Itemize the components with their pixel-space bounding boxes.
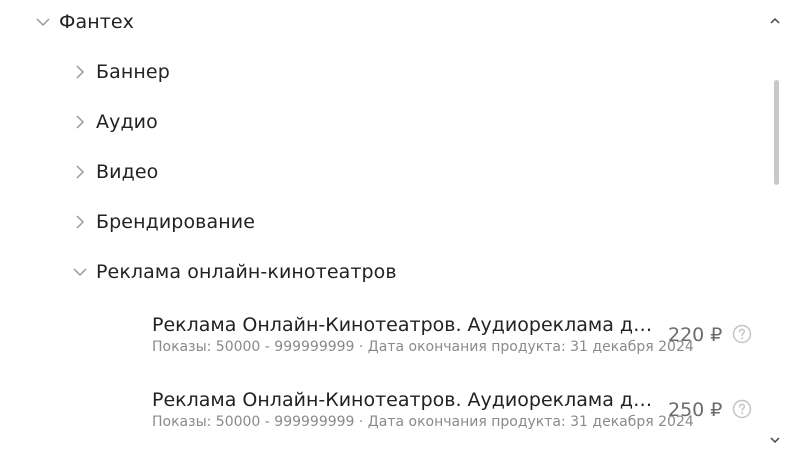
question-circle-icon[interactable] bbox=[732, 399, 752, 419]
chevron-down-icon[interactable] bbox=[767, 431, 783, 444]
tree-item-label: Аудио bbox=[96, 111, 158, 133]
tree-root-fantech[interactable]: Фантех bbox=[35, 7, 134, 37]
product-title: Реклама Онлайн-Кинотеатров. Аудиореклама… bbox=[152, 389, 657, 411]
tree-item-banner[interactable]: Баннер bbox=[72, 57, 170, 87]
tree-item-branding[interactable]: Брендирование bbox=[72, 207, 255, 237]
tree-item-label: Брендирование bbox=[96, 211, 255, 233]
chevron-up-icon[interactable] bbox=[767, 12, 783, 24]
tree-item-label: Реклама онлайн-кинотеатров bbox=[96, 261, 397, 283]
chevron-right-icon[interactable] bbox=[72, 114, 88, 130]
product-item[interactable]: Реклама Онлайн-Кинотеатров. Аудиореклама… bbox=[152, 312, 762, 364]
tree-root-label: Фантех bbox=[59, 11, 135, 33]
chevron-down-icon[interactable] bbox=[72, 264, 88, 280]
chevron-right-icon[interactable] bbox=[72, 64, 88, 80]
tree-item-audio[interactable]: Аудио bbox=[72, 107, 158, 137]
tree-item-online-cinema-ads[interactable]: Реклама онлайн-кинотеатров bbox=[72, 257, 397, 287]
chevron-right-icon[interactable] bbox=[72, 214, 88, 230]
tree-item-label: Видео bbox=[96, 161, 159, 183]
tree-item-video[interactable]: Видео bbox=[72, 157, 158, 187]
chevron-down-icon[interactable] bbox=[35, 14, 51, 30]
scrollbar-thumb[interactable] bbox=[774, 80, 779, 185]
product-tree-panel: Фантех Баннер Аудио Видео Брендирование … bbox=[0, 0, 796, 472]
product-price: 220 ₽ bbox=[668, 324, 723, 346]
product-item[interactable]: Реклама Онлайн-Кинотеатров. Аудиореклама… bbox=[152, 387, 762, 439]
chevron-right-icon[interactable] bbox=[72, 164, 88, 180]
product-price: 250 ₽ bbox=[668, 399, 723, 421]
product-meta: Показы: 50000 - 999999999 · Дата окончан… bbox=[152, 339, 694, 355]
question-circle-icon[interactable] bbox=[732, 324, 752, 344]
product-title: Реклама Онлайн-Кинотеатров. Аудиореклама… bbox=[152, 314, 657, 336]
product-meta: Показы: 50000 - 999999999 · Дата окончан… bbox=[152, 414, 694, 430]
tree-item-label: Баннер bbox=[96, 61, 170, 83]
